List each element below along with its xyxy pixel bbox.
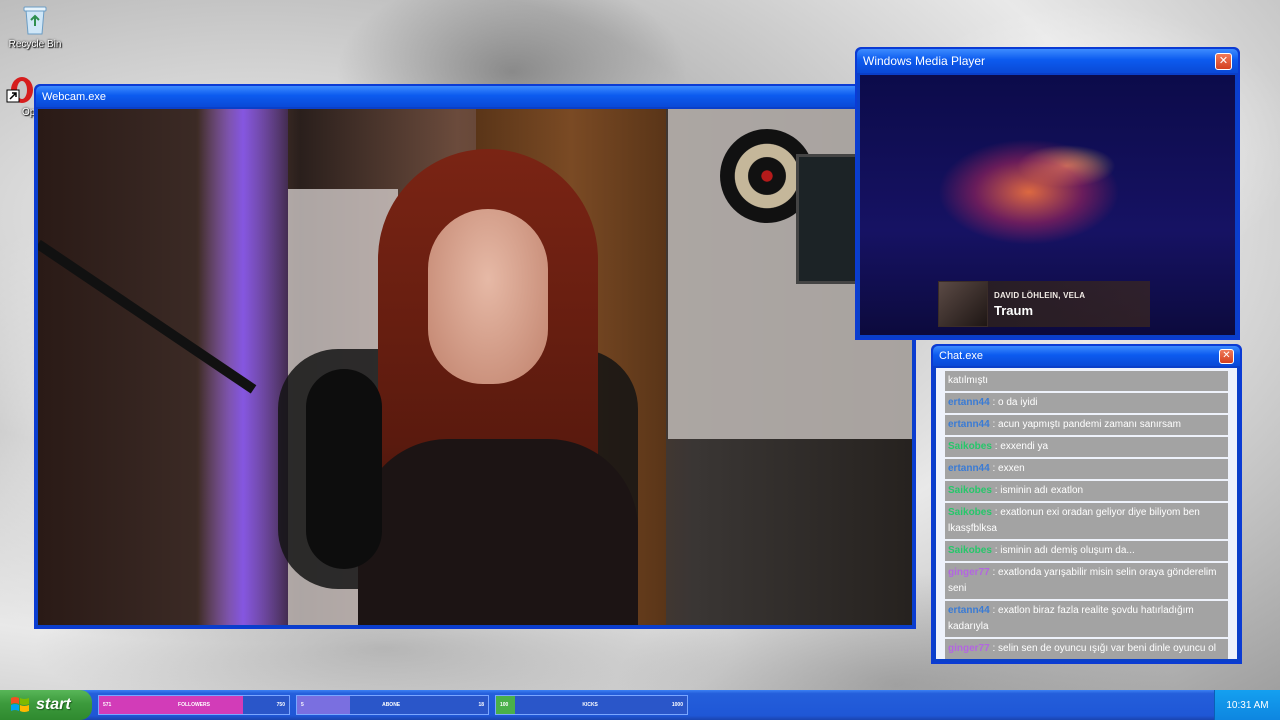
chat-titlebar[interactable]: Chat.exe ✕ <box>933 346 1240 366</box>
chat-username[interactable]: Saikobes <box>948 545 992 556</box>
recycle-bin-icon <box>20 4 50 36</box>
media-player-close-button[interactable]: ✕ <box>1215 52 1232 70</box>
visualizer: DAVID LÖHLEIN, VELA Traum <box>860 75 1235 335</box>
chat-message-list[interactable]: katılmıştı ertann44 : o da iyidi ertann44 … <box>936 368 1237 659</box>
chat-text: selin sen de oyuncu ışığı var beni dinle… <box>998 643 1216 654</box>
chat-message: ertann44 : exatlon biraz fazla realite ş… <box>945 601 1228 639</box>
chat-text: isminin adı exatlon <box>1000 485 1084 496</box>
streamer <box>338 149 658 625</box>
clock: 10:31 AM <box>1226 699 1269 711</box>
chat-text: exxen <box>998 463 1025 474</box>
chat-separator: : <box>991 441 1001 452</box>
now-playing-song: Traum <box>994 302 1034 318</box>
chat-username[interactable]: ertann44 <box>948 463 990 474</box>
chat-message: ertann44 : acun yapmıştı pandemi zamanı … <box>945 415 1228 437</box>
webcam-titlebar[interactable]: Webcam.exe <box>36 86 914 107</box>
media-player-titlebar[interactable]: Windows Media Player ✕ <box>857 49 1238 73</box>
chat-message: Saikobes : exatlonun exi oradan geliyor … <box>945 503 1228 541</box>
chat-separator: : <box>989 567 999 578</box>
chat-username[interactable]: ginger77 <box>948 567 990 578</box>
close-icon: ✕ <box>1218 54 1229 67</box>
chat-close-button[interactable]: ✕ <box>1219 348 1234 364</box>
system-tray[interactable]: 10:31 AM <box>1214 690 1280 720</box>
webcam-video-feed <box>38 109 912 625</box>
chat-username[interactable]: Saikobes <box>948 507 992 518</box>
chat-username[interactable]: Saikobes <box>948 485 992 496</box>
chat-message: ertann44 : o da iyidi <box>945 393 1228 415</box>
chat-username[interactable]: ertann44 <box>948 397 990 408</box>
start-label: start <box>36 696 71 713</box>
chat-separator: : <box>989 397 999 408</box>
chat-message: Saikobes : exxendi ya <box>945 437 1228 459</box>
chat-text: o da iyidi <box>998 397 1038 408</box>
start-button[interactable]: start <box>0 690 92 720</box>
followers-goal-bar: 571 FOLLOWERS 750 <box>98 695 290 715</box>
chat-text: isminin adı demiş oluşum da... <box>1000 545 1135 556</box>
chat-message: Saikobes : isminin adı exatlon <box>945 481 1228 503</box>
media-player-window[interactable]: Windows Media Player ✕ DAVID LÖHLEIN, VE… <box>855 47 1240 340</box>
recycle-bin-label: Recycle Bin <box>8 39 62 50</box>
chat-separator: : <box>991 485 1001 496</box>
chat-window[interactable]: Chat.exe ✕ katılmıştı ertann44 : o da iyi… <box>931 344 1242 664</box>
chat-message: ginger77 : selin sen de oyuncu ışığı var… <box>945 639 1228 659</box>
face <box>428 209 548 384</box>
chat-username[interactable]: ertann44 <box>948 419 990 430</box>
chat-separator: : <box>989 643 999 654</box>
chat-separator: : <box>989 605 999 616</box>
chat-text: exxendi ya <box>1000 441 1049 452</box>
chat-text: katılmıştı <box>948 375 989 386</box>
media-player-title: Windows Media Player <box>863 54 986 68</box>
album-art <box>938 281 988 327</box>
kicks-goal-target: 1000 <box>671 702 683 708</box>
chat-title: Chat.exe <box>939 350 984 362</box>
now-playing-card: DAVID LÖHLEIN, VELA Traum <box>938 281 1150 327</box>
followers-goal-target: 750 <box>276 702 285 708</box>
chat-separator: : <box>989 419 999 430</box>
chat-separator: : <box>989 463 999 474</box>
chat-message: Saikobes : isminin adı demiş oluşum da..… <box>945 541 1228 563</box>
webcam-window[interactable]: Webcam.exe <box>34 84 916 629</box>
now-playing-artist: DAVID LÖHLEIN, VELA <box>994 290 1086 300</box>
followers-goal-current: 571 <box>103 702 112 708</box>
chat-separator: : <box>991 507 1001 518</box>
opera-icon <box>5 76 35 108</box>
windows-flag-icon <box>10 695 30 715</box>
webcam-title: Webcam.exe <box>42 90 106 103</box>
chat-username[interactable]: Saikobes <box>948 441 992 452</box>
followers-goal-name: FOLLOWERS <box>178 702 210 708</box>
microphone <box>306 369 382 569</box>
chat-username[interactable]: ginger77 <box>948 643 990 654</box>
kicks-goal-bar: 100 KICKS 1000 <box>495 695 688 715</box>
chat-username[interactable]: ertann44 <box>948 605 990 616</box>
chat-text: acun yapmıştı pandemi zamanı sanırsam <box>998 419 1181 430</box>
chat-message: katılmıştı <box>945 371 1228 393</box>
close-icon: ✕ <box>1222 349 1231 361</box>
abone-goal-target: 18 <box>478 702 484 708</box>
abone-goal-name: ABONE <box>382 702 401 708</box>
chat-message: ertann44 : exxen <box>945 459 1228 481</box>
abone-goal-bar: 5 ABONE 18 <box>296 695 489 715</box>
chat-separator: : <box>991 545 1001 556</box>
kicks-goal-current: 100 <box>500 702 509 708</box>
chat-message: ginger77 : exatlonda yarışabilir misin s… <box>945 563 1228 601</box>
taskbar: start 571 FOLLOWERS 750 5 ABONE 18 100 K… <box>0 690 1280 720</box>
torso <box>358 439 638 625</box>
desktop-icon-recycle-bin[interactable]: Recycle Bin <box>0 4 70 50</box>
kicks-goal-name: KICKS <box>582 702 598 708</box>
